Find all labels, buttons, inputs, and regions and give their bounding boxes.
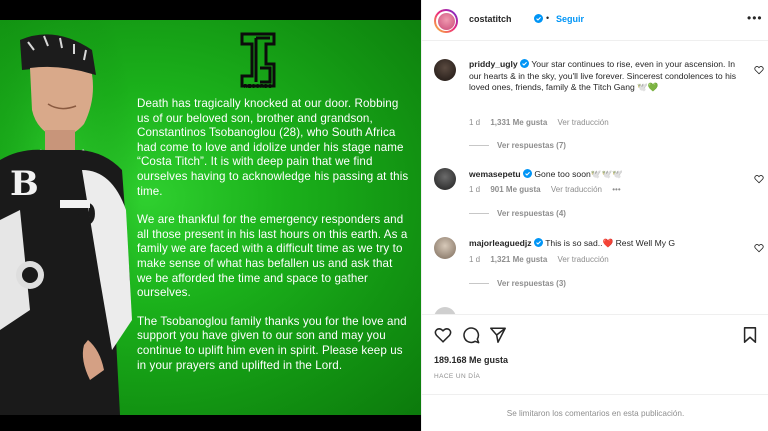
view-replies-button[interactable]: Ver respuestas (4) — [469, 209, 566, 218]
replies-label: Ver respuestas (4) — [497, 209, 566, 218]
instagram-post-window: B 9 RECORDS Death has tragically knocked… — [0, 0, 768, 431]
post-image[interactable]: B 9 RECORDS Death has tragically knocked… — [0, 20, 421, 415]
post-actions: 189.168 Me gusta Hace un día — [422, 314, 768, 394]
comment-text: This is so sad..❤️ Rest Well My G — [545, 238, 676, 248]
view-replies-button[interactable]: Ver respuestas (3) — [469, 279, 566, 288]
comment-username[interactable]: majorleaguedjz — [469, 238, 532, 248]
comment-likes[interactable]: 1,321 Me gusta — [490, 255, 547, 264]
statement-paragraph-1: Death has tragically knocked at our door… — [137, 97, 409, 198]
comment-likes[interactable]: 901 Me gusta — [490, 185, 540, 194]
artist-photo: B 9 — [0, 20, 140, 415]
translate-link[interactable]: Ver traducción — [551, 185, 602, 194]
share-icon[interactable] — [489, 326, 507, 344]
heart-icon[interactable] — [434, 326, 452, 344]
comments-limited-notice: Se limitaron los comentarios en esta pub… — [422, 394, 768, 431]
label-logo-text: RECORDS — [243, 84, 273, 90]
profile-avatar[interactable] — [434, 9, 458, 33]
commenter-avatar[interactable] — [434, 59, 456, 81]
svg-text:B: B — [10, 164, 39, 204]
label-logo-icon — [240, 32, 276, 88]
comment-text-block: majorleaguedjz This is so sad..❤️ Rest W… — [469, 238, 739, 250]
likes-count[interactable]: 189.168 Me gusta — [434, 355, 508, 365]
verified-badge-icon — [522, 169, 532, 178]
translate-link[interactable]: Ver traducción — [558, 118, 609, 127]
bookmark-icon[interactable] — [741, 326, 759, 344]
comment-meta: 1 d 1,321 Me gusta Ver traducción — [469, 255, 617, 264]
comment-text-block: priddy_ugly Your star continues to rise,… — [469, 59, 739, 94]
comment-time: 1 d — [469, 118, 481, 127]
post-header: costatitch • Seguir ••• — [422, 0, 768, 41]
comment-meta: 1 d 901 Me gusta Ver traducción ••• — [469, 185, 629, 194]
comment-time: 1 d — [469, 185, 481, 194]
follow-button[interactable]: Seguir — [556, 14, 584, 24]
statement-paragraph-3: The Tsobanoglou family thanks you for th… — [137, 314, 407, 372]
comment-likes[interactable]: 1,331 Me gusta — [490, 118, 547, 127]
header-separator: • — [546, 13, 550, 23]
comment-time: 1 d — [469, 255, 481, 264]
comment-meta: 1 d 1,331 Me gusta Ver traducción — [469, 118, 617, 127]
comment-more-icon[interactable]: ••• — [612, 185, 620, 194]
verified-badge-icon — [520, 59, 530, 68]
comment-username[interactable]: priddy_ugly — [469, 59, 518, 69]
comments-list: priddy_ugly Your star continues to rise,… — [422, 42, 768, 314]
statement-text: Death has tragically knocked at our door… — [137, 97, 409, 387]
post-side-panel: costatitch • Seguir ••• priddy_ugly Your… — [421, 0, 768, 431]
replies-label: Ver respuestas (7) — [497, 141, 566, 150]
heart-icon[interactable] — [754, 65, 764, 75]
commenter-avatar[interactable] — [434, 307, 456, 314]
profile-username[interactable]: costatitch — [469, 14, 512, 24]
comment-icon[interactable] — [462, 326, 480, 344]
comment-text: Gone too soon🕊️🕊️🕊️ — [534, 169, 623, 179]
commenter-avatar[interactable] — [434, 237, 456, 259]
post-timestamp[interactable]: Hace un día — [434, 373, 480, 380]
commenter-avatar[interactable] — [434, 168, 456, 190]
translate-link[interactable]: Ver traducción — [558, 255, 609, 264]
heart-icon[interactable] — [754, 243, 764, 253]
post-media: B 9 RECORDS Death has tragically knocked… — [0, 0, 421, 431]
view-replies-button[interactable]: Ver respuestas (7) — [469, 141, 566, 150]
statement-paragraph-2: We are thankful for the emergency respon… — [137, 213, 408, 300]
more-options-icon[interactable]: ••• — [747, 11, 763, 25]
heart-icon[interactable] — [754, 174, 764, 184]
replies-label: Ver respuestas (3) — [497, 279, 566, 288]
verified-badge-icon — [533, 238, 543, 247]
comment-text-block: wemasepetu Gone too soon🕊️🕊️🕊️ — [469, 169, 739, 181]
verified-badge-icon — [534, 14, 543, 23]
comment-username[interactable]: wemasepetu — [469, 169, 521, 179]
